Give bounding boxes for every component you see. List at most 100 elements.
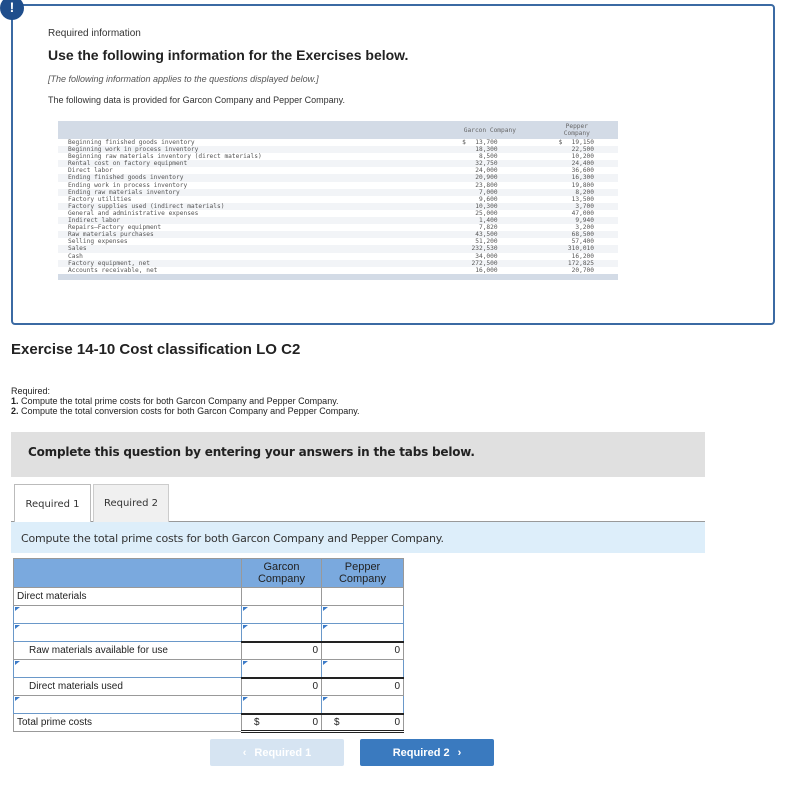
input-row-2-pepper[interactable] xyxy=(322,624,403,641)
garcon-amount-value: 7,820 xyxy=(478,224,498,232)
garcon-amount-value: 13,700 xyxy=(475,139,498,146)
tab-required-2[interactable]: Required 2 xyxy=(93,484,169,522)
applies-note: [The following information applies to th… xyxy=(48,74,319,84)
input-row-1-pepper[interactable] xyxy=(322,606,403,623)
garcon-line2: Company xyxy=(257,573,306,585)
total-garcon-value: 0 xyxy=(312,716,318,728)
currency-symbol xyxy=(559,189,567,196)
input-row-3-pepper[interactable] xyxy=(322,660,403,677)
input-row-3-label[interactable] xyxy=(14,660,241,677)
currency-symbol xyxy=(559,160,567,167)
header-pepper: Pepper Company xyxy=(536,121,618,139)
data-table-row: Ending work in process inventory 23,800 19… xyxy=(58,181,618,189)
info-title: Use the following information for the Ex… xyxy=(48,47,409,63)
data-table-footer xyxy=(58,273,618,280)
pepper-amount-value: 16,300 xyxy=(571,174,594,182)
required-item-number: 2. xyxy=(11,406,19,416)
data-table-row: General and administrative expenses 25,00… xyxy=(58,209,618,218)
pepper-amount-value: 19,800 xyxy=(571,181,594,189)
required-instructions: Required: 1. Compute the total prime cos… xyxy=(11,386,360,416)
input-row-2 xyxy=(13,623,404,642)
pepper-amount: 9,940 xyxy=(536,217,618,224)
pepper-amount-value: 19,150 xyxy=(571,139,594,146)
pepper-amount: 36,600 xyxy=(536,167,618,174)
input-row-1-label[interactable] xyxy=(14,606,241,623)
data-table-row: Direct labor 24,000 36,600 xyxy=(58,167,618,175)
garcon-amount-value: 32,750 xyxy=(475,160,498,168)
row-label: Accounts receivable, net xyxy=(68,266,158,274)
garcon-amount-value: 272,500 xyxy=(471,259,498,267)
garcon-amount-value: 43,500 xyxy=(475,231,498,239)
row-label: Ending finished goods inventory xyxy=(68,174,184,182)
garcon-amount-value: 9,600 xyxy=(478,195,498,203)
required-information-panel: Required information Use the following i… xyxy=(11,4,775,325)
previous-required-button[interactable]: ‹ Required 1 xyxy=(210,739,344,766)
question-prompt-bar: Compute the total prime costs for both G… xyxy=(11,522,705,553)
next-required-button[interactable]: Required 2 › xyxy=(360,739,494,766)
currency-symbol xyxy=(559,210,567,217)
required-item-text: Compute the total prime costs for both G… xyxy=(21,396,339,406)
input-row-3-garcon[interactable] xyxy=(242,660,321,677)
header-garcon: Garcon Company xyxy=(463,126,516,134)
input-row-1 xyxy=(13,605,404,624)
chevron-left-icon: ‹ xyxy=(242,746,247,759)
direct-materials-label: Direct materials xyxy=(13,587,242,606)
input-row-4-garcon[interactable] xyxy=(242,696,321,713)
direct-materials-garcon xyxy=(241,587,322,606)
pepper-amount-value: 47,000 xyxy=(571,209,594,217)
data-table-row: Factory utilities 9,600 13,500 xyxy=(58,195,618,203)
pepper-amount-value: 13,500 xyxy=(571,195,594,203)
garcon-amount: 232,530 xyxy=(444,245,536,252)
required-item-2: 2. Compute the total conversion costs fo… xyxy=(11,406,360,416)
currency-symbol xyxy=(559,245,567,252)
raw-available-pepper: 0 xyxy=(321,640,404,660)
pepper-amount-value: 68,500 xyxy=(571,231,594,239)
pepper-amount-value: 16,200 xyxy=(571,252,594,260)
pepper-amount-value: 24,400 xyxy=(571,160,594,168)
pepper-amount-value: 9,940 xyxy=(575,217,594,225)
currency-symbol xyxy=(559,146,567,153)
complete-instructions-text: Complete this question by entering your … xyxy=(28,445,475,459)
currency-symbol xyxy=(559,217,567,224)
row-label: Repairs—Factory equipment xyxy=(68,224,162,232)
garcon-amount: $13,700 xyxy=(444,139,536,146)
header-pepper-line2: Company xyxy=(563,130,590,137)
company-data-table: Garcon Company Pepper Company Beginning … xyxy=(58,121,618,280)
pepper-amount: 16,300 xyxy=(536,174,618,181)
input-row-2-label[interactable] xyxy=(14,624,241,641)
pepper-amount: 20,700 xyxy=(536,267,618,274)
garcon-amount-value: 10,300 xyxy=(475,202,498,210)
garcon-amount: 32,750 xyxy=(444,160,536,167)
pepper-amount: 13,500 xyxy=(536,196,618,203)
pepper-amount: 68,500 xyxy=(536,231,618,238)
currency-symbol xyxy=(462,196,470,203)
pepper-amount-value: 36,600 xyxy=(571,167,594,175)
currency-symbol xyxy=(559,196,567,203)
row-raw-materials-available: Raw materials available for use 0 0 xyxy=(13,640,404,660)
currency-symbol xyxy=(462,174,470,181)
total-garcon: $ 0 xyxy=(241,712,322,733)
input-row-1-garcon[interactable] xyxy=(242,606,321,623)
garcon-amount-value: 25,000 xyxy=(475,209,498,217)
garcon-amount-value: 24,000 xyxy=(475,167,498,175)
answer-header-garcon: Garcon Company xyxy=(241,558,322,588)
input-row-2-garcon[interactable] xyxy=(242,624,321,641)
data-table-row: Factory supplies used (indirect material… xyxy=(58,202,618,210)
row-label: Beginning raw materials inventory (direc… xyxy=(68,153,262,161)
dm-used-label: Direct materials used xyxy=(13,677,242,696)
input-row-4-label[interactable] xyxy=(14,696,241,713)
pepper-amount: 3,700 xyxy=(536,203,618,210)
currency-symbol xyxy=(462,231,470,238)
pepper-amount: 3,200 xyxy=(536,224,618,231)
row-label: Direct labor xyxy=(68,167,113,175)
garcon-amount: 24,000 xyxy=(444,167,536,174)
pepper-amount: 57,400 xyxy=(536,238,618,245)
garcon-amount-value: 232,530 xyxy=(471,245,498,253)
row-label: Cash xyxy=(68,252,83,260)
pepper-amount: $19,150 xyxy=(536,139,618,146)
garcon-amount-value: 23,800 xyxy=(475,181,498,189)
required-item-1: 1. Compute the total prime costs for bot… xyxy=(11,396,360,406)
input-row-4-pepper[interactable] xyxy=(322,696,403,713)
tab-required-1[interactable]: Required 1 xyxy=(14,484,91,523)
currency-symbol xyxy=(559,224,567,231)
